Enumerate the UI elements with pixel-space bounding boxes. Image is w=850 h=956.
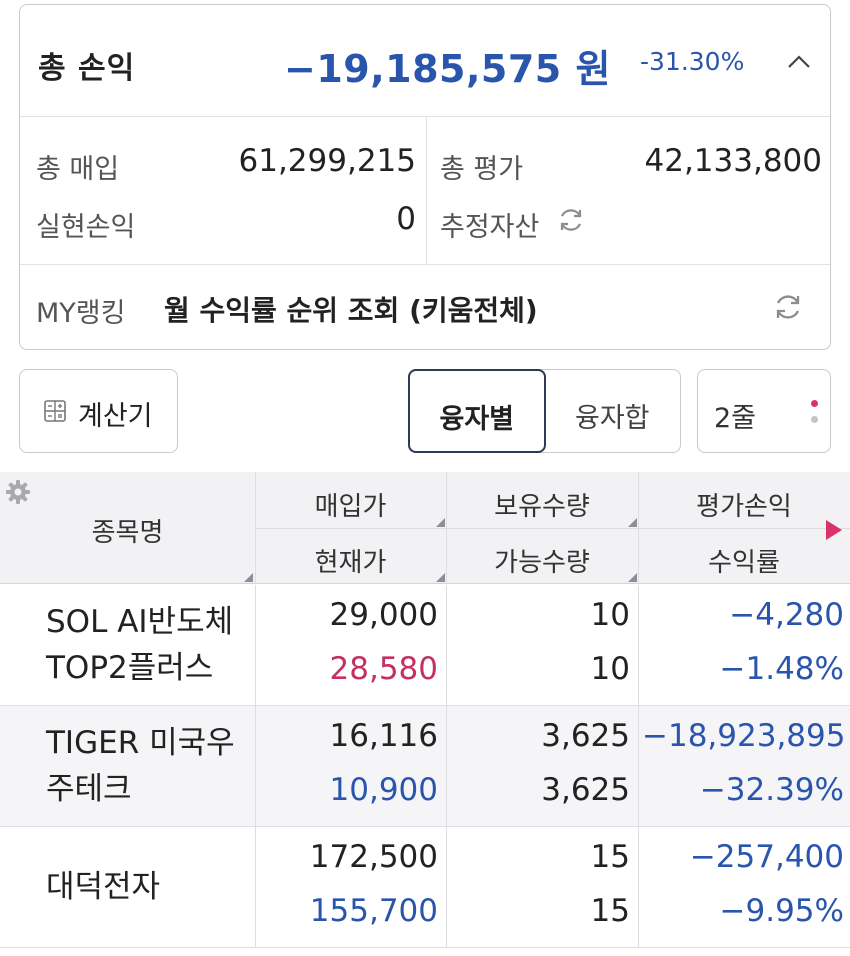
divider — [255, 827, 256, 948]
table-row[interactable]: SOL AI반도체 TOP2플러스 29,000 28,580 10 10 −4… — [0, 585, 850, 706]
stock-name: 주테크 — [46, 771, 132, 807]
divider — [255, 585, 256, 706]
realized-pnl-value: 0 — [396, 201, 416, 237]
total-eval-value: 42,133,800 — [644, 143, 823, 179]
column-header-eval-pnl[interactable]: 평가손익 — [638, 486, 850, 523]
total-buy-value: 61,299,215 — [238, 143, 417, 179]
calculator-button[interactable]: 계산기 — [19, 369, 178, 453]
my-ranking-link[interactable]: 월 수익률 순위 조회 (키움전체) — [164, 289, 538, 329]
sort-triangle-icon — [244, 573, 253, 582]
available-qty: 3,625 — [541, 772, 630, 808]
table-row[interactable]: 대덕전자 172,500 155,700 15 15 −257,400 −9.9… — [0, 827, 850, 948]
divider — [638, 706, 639, 827]
stock-name: SOL AI반도체 — [46, 604, 234, 640]
column-header-buy-price[interactable]: 매입가 — [255, 486, 446, 523]
current-price: 28,580 — [329, 651, 438, 687]
holding-qty: 15 — [590, 839, 630, 875]
divider — [426, 117, 427, 265]
my-ranking-row[interactable]: MY랭킹 월 수익률 순위 조회 (키움전체) — [20, 265, 830, 349]
sort-triangle-icon — [436, 518, 445, 527]
total-pnl-label: 총 손익 — [38, 51, 136, 86]
stock-name: 대덕전자 — [46, 869, 161, 905]
tab-by-loan[interactable]: 융자별 — [407, 368, 546, 453]
more-dots-icon — [811, 400, 818, 407]
table-row[interactable]: TIGER 미국우 주테크 16,116 10,900 3,625 3,625 … — [0, 706, 850, 827]
gear-icon[interactable] — [4, 478, 32, 506]
stock-name: TIGER 미국우 — [46, 725, 235, 761]
eval-pnl: −257,400 — [689, 839, 844, 875]
buy-price: 172,500 — [309, 839, 438, 875]
lines-select-button[interactable]: 2줄 — [697, 369, 831, 453]
column-header-holding-qty[interactable]: 보유수량 — [446, 486, 638, 523]
column-header-available-qty[interactable]: 가능수량 — [446, 542, 638, 579]
tab-loan-sum[interactable]: 융자합 — [575, 396, 650, 435]
tab-by-loan-label: 융자별 — [439, 403, 515, 435]
calculator-label: 계산기 — [78, 401, 153, 432]
column-header-return-rate[interactable]: 수익률 — [638, 542, 850, 579]
refresh-icon[interactable] — [556, 205, 586, 235]
realized-pnl-label: 실현손익 — [36, 212, 136, 243]
stock-name: TOP2플러스 — [46, 650, 214, 686]
available-qty: 10 — [590, 651, 630, 687]
total-pnl-header[interactable]: 총 손익 −19,185,575 원 -31.30% — [20, 5, 830, 117]
buy-price: 29,000 — [329, 597, 438, 633]
return-rate: −1.48% — [719, 651, 844, 687]
estimated-assets-label: 추정자산 — [440, 212, 540, 243]
available-qty: 15 — [590, 893, 630, 929]
chevron-up-icon[interactable] — [786, 51, 812, 73]
loan-view-toggle: 융자별 융자합 — [407, 368, 681, 453]
account-summary-card: 총 손익 −19,185,575 원 -31.30% 총 매입 61,299,2… — [19, 4, 831, 350]
divider — [446, 585, 447, 706]
divider — [446, 827, 447, 948]
divider — [638, 827, 639, 948]
scroll-right-icon[interactable] — [826, 520, 842, 540]
refresh-icon[interactable] — [772, 291, 804, 323]
total-pnl-value: −19,185,575 원 — [284, 47, 611, 91]
sort-triangle-icon — [628, 518, 637, 527]
more-dots-icon — [811, 416, 818, 423]
summary-details: 총 매입 61,299,215 총 평가 42,133,800 실현손익 0 추… — [20, 117, 830, 265]
divider — [255, 706, 256, 827]
return-rate: −9.95% — [719, 893, 844, 929]
holdings-table-header: 종목명 매입가 현재가 보유수량 가능수량 평가손익 수익률 — [0, 472, 850, 584]
divider — [255, 528, 850, 529]
sort-triangle-icon — [628, 573, 637, 582]
divider — [638, 585, 639, 706]
total-eval-label: 총 평가 — [440, 154, 524, 185]
current-price: 155,700 — [309, 893, 438, 929]
holding-qty: 10 — [590, 597, 630, 633]
return-rate: −32.39% — [699, 772, 844, 808]
calculator-icon — [44, 400, 66, 422]
total-buy-label: 총 매입 — [36, 154, 120, 185]
holding-qty: 3,625 — [541, 718, 630, 754]
total-pnl-rate: -31.30% — [640, 47, 745, 76]
divider — [446, 706, 447, 827]
column-header-name[interactable]: 종목명 — [0, 512, 255, 549]
eval-pnl: −18,923,895 — [642, 718, 846, 754]
column-header-current-price[interactable]: 현재가 — [255, 542, 446, 579]
lines-label: 2줄 — [714, 403, 757, 434]
my-ranking-label: MY랭킹 — [36, 298, 126, 329]
eval-pnl: −4,280 — [729, 597, 844, 633]
current-price: 10,900 — [329, 772, 438, 808]
buy-price: 16,116 — [329, 718, 438, 754]
total-pnl-unit: 원 — [575, 47, 611, 91]
sort-triangle-icon — [436, 573, 445, 582]
